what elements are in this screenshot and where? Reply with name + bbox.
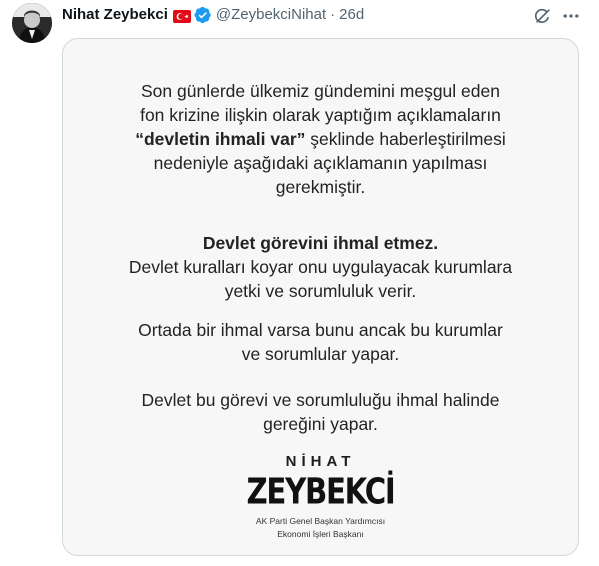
tweet-header: Nihat Zeybekci @ZeybekciNihat · 26d [62,5,364,25]
text-line: gereğini yapar. [263,414,378,434]
emphasis-quote: “devletin ihmali var” [135,129,306,149]
verified-badge-icon[interactable] [194,6,212,24]
text-line: Devlet bu görevi ve sorumluluğu ihmal ha… [141,390,500,410]
turkey-flag-icon [172,9,191,23]
statement-paragraph-2: Devlet görevini ihmal etmez. Devlet kura… [63,231,578,303]
text-line: Devlet kuralları koyar onu uygulayacak k… [128,257,513,277]
signature-first-name: NİHAT [285,453,356,470]
text-line-tail: şeklinde haberleştirilmesi [305,129,506,149]
text-line: fon krizine ilişkin olarak yaptığım açık… [140,105,501,125]
statement-paragraph-1: Son günlerde ülkemiz gündemini meşgul ed… [63,79,578,199]
statement-paragraph-4: Devlet bu görevi ve sorumluluğu ihmal ha… [63,388,578,436]
author-handle[interactable]: @ZeybekciNihat [216,5,326,25]
text-line: “devletin ihmali var” şeklinde haberleşt… [63,127,578,151]
avatar[interactable] [12,3,52,43]
signature-role: Ekonomi İşleri Başkanı [277,529,364,539]
grok-button[interactable] [531,4,555,28]
separator-dot: · [330,6,336,23]
signature-last-name: ZEYBEKCİ [246,471,396,513]
text-line: nedeniyle aşağıdaki açıklamanın yapılmas… [153,153,488,173]
statement-paragraph-3: Ortada bir ihmal varsa bunu ancak bu kur… [63,318,578,366]
tweet: Nihat Zeybekci @ZeybekciNihat · 26d Son … [0,0,599,566]
tweet-image-card[interactable]: Son günlerde ülkemiz gündemini meşgul ed… [62,38,579,556]
more-button[interactable] [559,4,583,28]
signature-title: AK Parti Genel Başkan Yardımcısı [255,516,386,526]
more-icon [563,14,579,18]
tweet-time[interactable]: 26d [339,5,364,25]
text-line: ve sorumlular yapar. [241,344,400,364]
text-line: gerekmiştir. [275,177,366,197]
grok-icon [534,8,550,23]
text-line-bold: Devlet görevini ihmal etmez. [202,233,439,253]
text-line: Son günlerde ülkemiz gündemini meşgul ed… [141,81,500,101]
avatar-image [12,3,52,43]
text-line: Ortada bir ihmal varsa bunu ancak bu kur… [138,320,503,340]
text-line: yetki ve sorumluluk verir. [224,281,417,301]
author-name[interactable]: Nihat Zeybekci [62,5,168,25]
